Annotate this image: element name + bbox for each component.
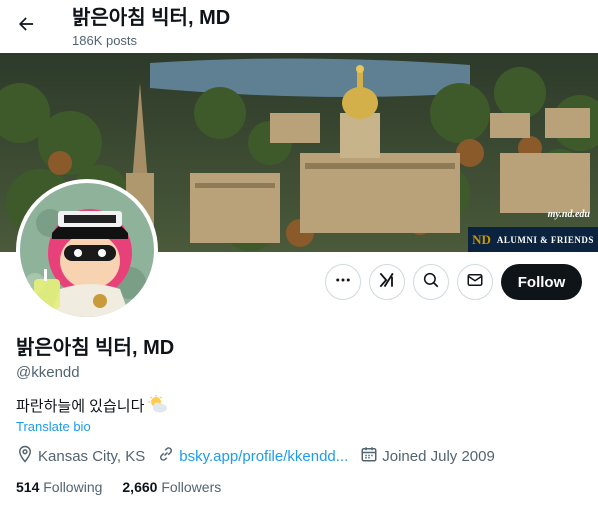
following-count: 514 <box>16 479 40 495</box>
grok-button[interactable] <box>369 264 405 300</box>
avatar[interactable] <box>16 179 158 321</box>
location-text: Kansas City, KS <box>38 447 146 465</box>
header-title: 밝은아침 빅터, MD <box>72 7 231 29</box>
profile-header: 밝은아침 빅터, MD 186K posts <box>0 0 598 53</box>
followers-label: Followers <box>161 479 222 495</box>
banner-url-text: my.nd.edu <box>547 209 590 220</box>
search-icon <box>422 271 440 294</box>
badge-text: ALUMNI & FRIENDS <box>496 234 594 245</box>
translate-bio-link[interactable]: Translate bio <box>16 419 91 435</box>
avatar-image <box>20 183 154 317</box>
following-stat[interactable]: 514 Following <box>16 478 102 496</box>
handle: @kkendd <box>16 364 80 381</box>
grok-icon <box>377 270 397 295</box>
arrow-left-icon <box>16 14 36 39</box>
joined-text: Joined July 2009 <box>382 447 495 465</box>
search-button[interactable] <box>413 264 449 300</box>
sun-behind-cloud-icon <box>148 395 168 419</box>
location-pin-icon <box>16 445 38 467</box>
joined: Joined July 2009 <box>360 445 495 467</box>
followers-count: 2,660 <box>122 479 158 495</box>
message-icon <box>466 271 484 294</box>
more-icon <box>334 271 352 294</box>
back-button[interactable] <box>8 8 44 44</box>
banner-badge: ND ALUMNI & FRIENDS <box>468 227 598 252</box>
bio: 파란하늘에 있습니다 <box>16 395 168 419</box>
website-link[interactable]: bsky.app/profile/kkendd... <box>179 448 348 465</box>
nd-logo: ND <box>472 231 491 247</box>
profile-page: 밝은아침 빅터, MD 186K posts my.nd.edu ND ALUM… <box>0 0 598 512</box>
display-name: 밝은아침 빅터, MD <box>16 337 175 359</box>
bio-text: 파란하늘에 있습니다 <box>16 398 145 415</box>
calendar-icon <box>360 445 382 467</box>
follow-stats: 514 Following 2,660 Followers <box>16 478 221 496</box>
location: Kansas City, KS <box>16 445 145 467</box>
website: bsky.app/profile/kkendd... <box>157 445 348 467</box>
followers-stat[interactable]: 2,660 Followers <box>122 478 221 496</box>
posts-count: 186K posts <box>72 33 138 48</box>
message-button[interactable] <box>457 264 493 300</box>
following-label: Following <box>43 479 103 495</box>
profile-meta: Kansas City, KS bsky.app/profile/kkendd.… <box>16 445 507 467</box>
follow-button[interactable]: Follow <box>501 264 582 300</box>
link-icon <box>157 445 179 467</box>
more-button[interactable] <box>325 264 361 300</box>
